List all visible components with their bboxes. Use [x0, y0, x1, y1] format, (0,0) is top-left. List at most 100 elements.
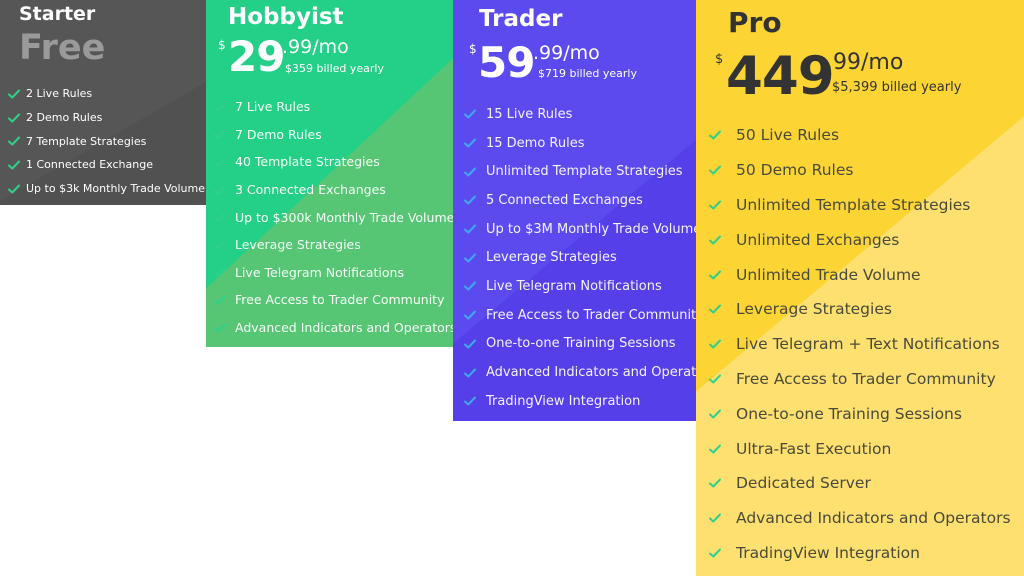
feature-item: 3 Connected Exchanges [214, 176, 453, 204]
check-icon [709, 409, 736, 419]
price-cents-period: .99/mo [282, 36, 349, 58]
feature-item: Leverage Strategies [709, 292, 1011, 327]
feature-item: 50 Demo Rules [709, 153, 1011, 188]
feature-item: Leverage Strategies [214, 231, 453, 259]
feature-text: 50 Live Rules [736, 126, 840, 145]
check-icon [214, 212, 235, 222]
feature-text: Unlimited Template Strategies [486, 164, 683, 180]
check-icon [8, 89, 25, 99]
feature-item: Live Telegram Notifications [464, 272, 696, 301]
plan-name: Trader [479, 6, 563, 32]
feature-list: 15 Live Rules 15 Demo Rules Unlimited Temp… [464, 100, 696, 416]
feature-item: Ultra-Fast Execution [709, 431, 1011, 466]
feature-text: Free Access to Trader Community [736, 369, 996, 388]
feature-text: Live Telegram + Text Notifications [736, 335, 1000, 354]
check-icon [709, 235, 736, 245]
feature-text: Leverage Strategies [486, 250, 617, 266]
feature-text: Leverage Strategies [235, 237, 361, 253]
feature-text: TradingView Integration [486, 393, 641, 409]
check-icon [214, 267, 235, 277]
feature-text: Leverage Strategies [736, 300, 892, 319]
feature-item: 15 Demo Rules [464, 129, 696, 158]
plan-card-pro[interactable]: Pro $ 449 .99/mo $5,399 billed yearly 50… [696, 0, 1024, 576]
plan-card-starter[interactable]: Starter Free 2 Live Rules 2 Demo Rules 7 T… [0, 0, 206, 205]
price-cents-period: .99/mo [533, 42, 600, 64]
feature-item: 7 Demo Rules [214, 121, 453, 149]
feature-item: 50 Live Rules [709, 118, 1011, 153]
feature-text: 15 Live Rules [486, 106, 573, 122]
check-icon [8, 184, 25, 194]
check-icon [464, 339, 486, 349]
feature-item: Advanced Indicators and Operators [709, 501, 1011, 536]
feature-text: Live Telegram Notifications [235, 264, 404, 280]
check-icon [709, 548, 736, 558]
check-icon [464, 138, 486, 148]
feature-item: Up to $3k Monthly Trade Volume [8, 177, 205, 201]
feature-item: TradingView Integration [464, 387, 696, 416]
check-icon [464, 253, 486, 263]
currency-symbol: $ [715, 52, 724, 67]
check-icon [214, 129, 235, 139]
plan-card-trader[interactable]: Trader $ 59 .99/mo $719 billed yearly 15… [453, 0, 696, 421]
feature-text: Advanced Indicators and Operators [235, 320, 453, 336]
feature-item: Unlimited Trade Volume [709, 257, 1011, 292]
feature-item: Free Access to Trader Community [464, 301, 696, 330]
feature-item: 7 Live Rules [214, 93, 453, 121]
feature-item: Live Telegram Notifications [214, 259, 453, 287]
check-icon [214, 185, 235, 195]
feature-text: TradingView Integration [736, 543, 920, 562]
feature-item: Free Access to Trader Community [214, 286, 453, 314]
plan-name: Starter [19, 3, 96, 25]
feature-item: TradingView Integration [709, 536, 1011, 571]
check-icon [709, 200, 736, 210]
feature-text: 40 Template Strategies [235, 154, 380, 170]
check-icon [464, 224, 486, 234]
check-icon [464, 109, 486, 119]
plan-card-hobbyist[interactable]: Hobbyist $ 29 .99/mo $359 billed yearly … [206, 0, 453, 347]
feature-item: Up to $3M Monthly Trade Volume [464, 215, 696, 244]
check-icon [709, 478, 736, 488]
feature-item: Free Access to Trader Community [709, 362, 1011, 397]
price-whole: 449 [726, 46, 835, 107]
feature-text: Unlimited Template Strategies [736, 195, 971, 214]
check-icon [709, 513, 736, 523]
feature-item: Unlimited Template Strategies [709, 188, 1011, 223]
feature-text: Ultra-Fast Execution [736, 439, 892, 458]
feature-text: 5 Connected Exchanges [486, 192, 643, 208]
price-whole: 59 [478, 38, 535, 87]
feature-item: 2 Demo Rules [8, 106, 205, 130]
feature-text: Free Access to Trader Community [486, 307, 696, 323]
check-icon [464, 396, 486, 406]
feature-text: Advanced Indicators and Operators [736, 509, 1011, 528]
plan-name: Hobbyist [228, 4, 344, 30]
feature-item: Unlimited Exchanges [709, 222, 1011, 257]
feature-text: 2 Live Rules [26, 87, 93, 101]
feature-list: 50 Live Rules 50 Demo Rules Unlimited Temp… [709, 118, 1011, 570]
feature-item: Unlimited Template Strategies [464, 157, 696, 186]
feature-text: Advanced Indicators and Operators [486, 365, 696, 381]
feature-item: 1 Connected Exchange [8, 153, 205, 177]
price-whole: 29 [228, 32, 285, 81]
feature-text: 7 Demo Rules [235, 126, 322, 142]
check-icon [464, 195, 486, 205]
feature-text: Unlimited Trade Volume [736, 265, 921, 284]
check-icon [214, 102, 235, 112]
check-icon [214, 240, 235, 250]
check-icon [709, 374, 736, 384]
check-icon [214, 323, 235, 333]
feature-item: Live Telegram + Text Notifications [709, 327, 1011, 362]
check-icon [464, 167, 486, 177]
check-icon [8, 113, 25, 123]
plan-name: Pro [728, 6, 782, 39]
feature-text: Live Telegram Notifications [486, 278, 662, 294]
check-icon [8, 160, 25, 170]
check-icon [709, 130, 736, 140]
feature-text: 50 Demo Rules [736, 161, 854, 180]
check-icon [709, 444, 736, 454]
feature-item: Up to $300k Monthly Trade Volume [214, 203, 453, 231]
currency-symbol: $ [469, 42, 477, 56]
billed-yearly: $359 billed yearly [285, 62, 384, 75]
feature-text: Up to $3k Monthly Trade Volume [26, 182, 205, 196]
check-icon [464, 281, 486, 291]
check-icon [464, 368, 486, 378]
